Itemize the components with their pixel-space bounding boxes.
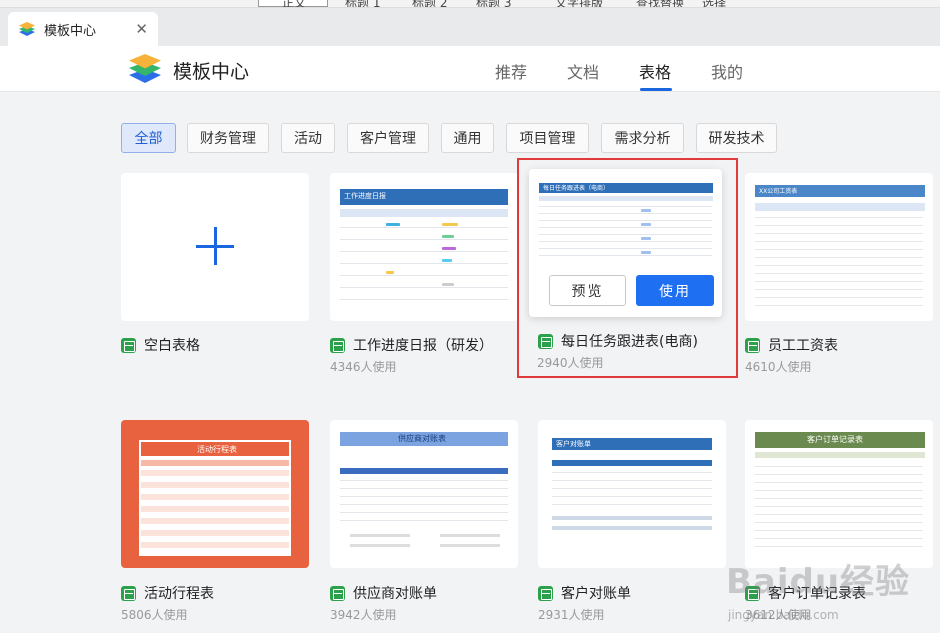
- page-title: 模板中心: [173, 61, 250, 83]
- select[interactable]: 选择: [702, 0, 726, 7]
- card-customer-statement-thumbnail[interactable]: 客户对账单: [538, 420, 726, 568]
- filter-project[interactable]: 项目管理: [506, 123, 589, 153]
- spreadsheet-icon: [330, 585, 345, 601]
- template-center-logo-icon: [129, 54, 161, 83]
- spreadsheet-icon: [538, 585, 553, 601]
- watermark-text: Baidu经验: [726, 562, 911, 602]
- toolbar-sliver: 正文 标题 1 标题 2 标题 3 文字排版 查找替换 选择: [0, 0, 940, 8]
- card-customer-statement-users: 2931人使用: [538, 608, 605, 622]
- filter-activity[interactable]: 活动: [281, 123, 335, 153]
- nav-mine[interactable]: 我的: [711, 59, 743, 83]
- nav-recommend[interactable]: 推荐: [495, 59, 527, 83]
- card-payroll-thumbnail[interactable]: XX公司工资表: [745, 173, 933, 321]
- card-supplier-users: 3942人使用: [330, 608, 397, 622]
- filter-customer[interactable]: 客户管理: [347, 123, 429, 153]
- thumb-title: 工作进度日报: [344, 192, 386, 200]
- nav-spreadsheet[interactable]: 表格: [639, 59, 671, 83]
- spreadsheet-icon: [330, 337, 345, 353]
- find-replace[interactable]: 查找替换: [636, 0, 684, 7]
- tab-strip: 模板中心 ✕: [0, 8, 940, 46]
- card-payroll-title[interactable]: 员工工资表: [745, 335, 838, 355]
- card-blank-thumbnail[interactable]: [121, 173, 309, 321]
- style-normal[interactable]: 正文: [282, 0, 306, 7]
- card-work-progress-users: 4346人使用: [330, 360, 397, 374]
- thumb-title: XX公司工资表: [759, 188, 798, 195]
- card-work-progress-thumbnail[interactable]: 工作进度日报: [330, 173, 518, 321]
- filter-rnd[interactable]: 研发技术: [696, 123, 777, 153]
- style-heading1[interactable]: 标题 1: [345, 0, 380, 7]
- card-supplier-title[interactable]: 供应商对账单: [330, 583, 437, 603]
- nav-document[interactable]: 文档: [567, 59, 599, 83]
- close-icon[interactable]: ✕: [135, 20, 148, 38]
- spreadsheet-icon: [745, 337, 760, 353]
- style-heading3[interactable]: 标题 3: [476, 0, 511, 7]
- filter-finance[interactable]: 财务管理: [187, 123, 269, 153]
- text-layout[interactable]: 文字排版: [555, 0, 603, 7]
- watermark-url: jingyan.baidu.com: [728, 608, 839, 622]
- thumb-title: 客户对账单: [556, 440, 591, 448]
- template-logo-icon: [19, 22, 35, 36]
- card-customer-statement-title[interactable]: 客户对账单: [538, 583, 631, 603]
- thumb-title: 活动行程表: [197, 445, 237, 454]
- card-blank-title[interactable]: 空白表格: [121, 335, 200, 355]
- nav-active-indicator: [640, 88, 672, 91]
- filter-all[interactable]: 全部: [121, 123, 176, 153]
- tab-template-center[interactable]: 模板中心 ✕: [8, 12, 158, 46]
- filter-requirements[interactable]: 需求分析: [601, 123, 684, 153]
- tab-title: 模板中心: [44, 23, 97, 39]
- thumb-title: 客户订单记录表: [807, 435, 863, 444]
- filter-general[interactable]: 通用: [441, 123, 494, 153]
- card-activity-users: 5806人使用: [121, 608, 188, 622]
- card-order-record-thumbnail[interactable]: 客户订单记录表: [745, 420, 933, 568]
- highlight-box: [517, 158, 738, 378]
- card-activity-thumbnail[interactable]: 活动行程表: [121, 420, 309, 568]
- thumb-title: 供应商对账表: [398, 434, 446, 443]
- card-work-progress-title[interactable]: 工作进度日报（研发）: [330, 335, 493, 355]
- spreadsheet-icon: [121, 337, 136, 353]
- spreadsheet-icon: [121, 585, 136, 601]
- card-activity-title[interactable]: 活动行程表: [121, 583, 214, 603]
- card-payroll-users: 4610人使用: [745, 360, 812, 374]
- card-supplier-thumbnail[interactable]: 供应商对账表: [330, 420, 518, 568]
- style-heading2[interactable]: 标题 2: [412, 0, 447, 7]
- baidu-watermark: Baidu经验 jingyan.baidu.com: [718, 548, 940, 633]
- header: 模板中心 推荐 文档 表格 我的: [0, 46, 940, 92]
